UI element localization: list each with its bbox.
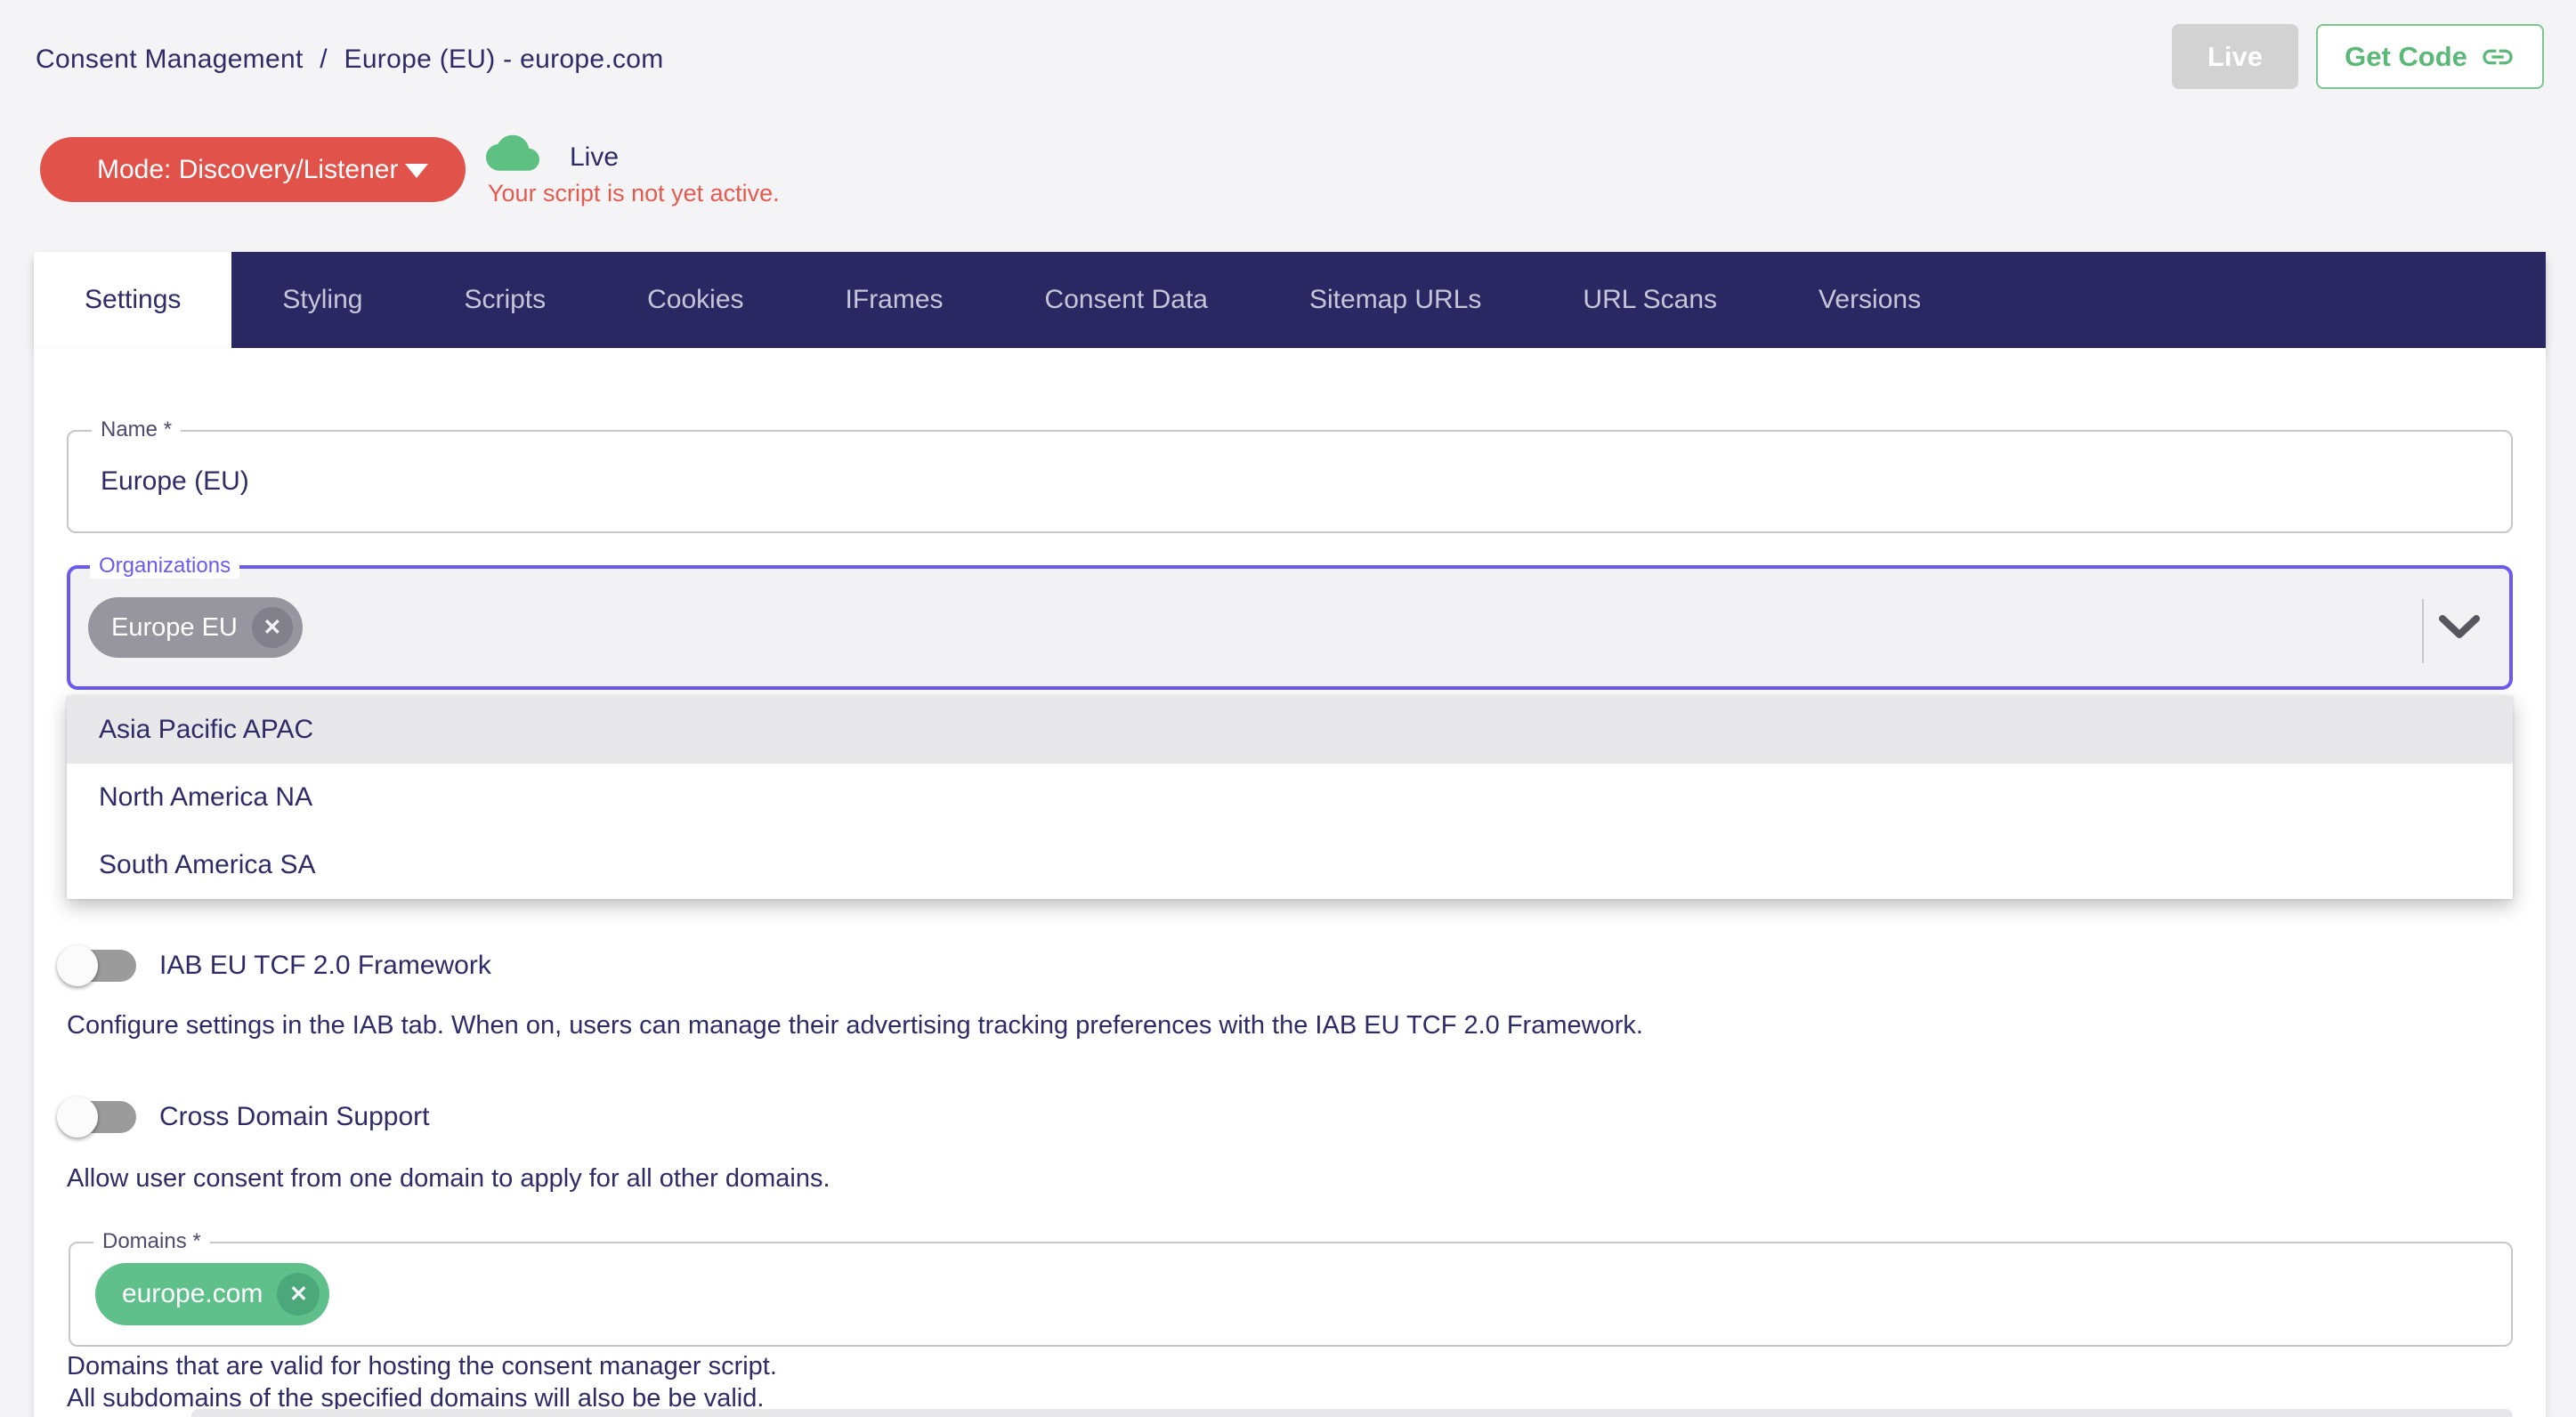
organizations-dropdown: Asia Pacific APAC North America NA South… <box>67 696 2513 899</box>
remove-chip-icon[interactable]: ✕ <box>252 607 293 648</box>
toggle-thumb <box>57 1097 98 1138</box>
tab-settings[interactable]: Settings <box>34 252 231 348</box>
iab-toggle[interactable] <box>61 950 136 982</box>
get-code-button[interactable]: Get Code <box>2316 24 2544 89</box>
cloud-icon <box>486 134 539 174</box>
toggle-thumb <box>57 945 98 986</box>
name-field-value: Europe (EU) <box>101 466 249 497</box>
organization-chip: Europe EU ✕ <box>88 597 303 658</box>
cross-domain-toggle-row: Cross Domain Support <box>61 1101 429 1133</box>
live-button[interactable]: Live <box>2172 24 2298 89</box>
cross-domain-toggle[interactable] <box>61 1101 136 1133</box>
organization-chip-label: Europe EU <box>111 613 238 643</box>
remove-chip-icon[interactable]: ✕ <box>277 1273 320 1316</box>
tab-versions[interactable]: Versions <box>1768 252 1972 348</box>
tab-bar: Settings Styling Scripts Cookies IFrames… <box>34 252 2546 348</box>
iab-toggle-row: IAB EU TCF 2.0 Framework <box>61 950 491 982</box>
organizations-field-label: Organizations <box>90 554 239 579</box>
tab-consent-data[interactable]: Consent Data <box>994 252 1259 348</box>
domains-field[interactable]: Domains * europe.com ✕ <box>69 1242 2513 1347</box>
link-icon <box>2480 39 2515 75</box>
select-divider <box>2422 599 2424 663</box>
chevron-down-icon[interactable] <box>2439 615 2480 640</box>
cross-domain-description: Allow user consent from one domain to ap… <box>67 1164 830 1194</box>
breadcrumb-separator: / <box>320 45 328 74</box>
tab-iframes[interactable]: IFrames <box>795 252 994 348</box>
organizations-field[interactable]: Organizations Europe EU ✕ <box>67 565 2513 690</box>
mode-label: Mode: Discovery/Listener <box>97 155 398 184</box>
tab-cookies[interactable]: Cookies <box>596 252 794 348</box>
breadcrumb-page: Europe (EU) - europe.com <box>344 45 664 74</box>
cross-domain-toggle-label: Cross Domain Support <box>159 1102 429 1132</box>
get-code-label: Get Code <box>2345 41 2467 73</box>
dropdown-option-apac[interactable]: Asia Pacific APAC <box>67 696 2513 764</box>
consent-management-screen: Consent Management / Europe (EU) - europ… <box>0 0 2576 1417</box>
domains-helper-text: Domains that are valid for hosting the c… <box>67 1350 777 1414</box>
tab-sitemap-urls[interactable]: Sitemap URLs <box>1259 252 1532 348</box>
iab-toggle-label: IAB EU TCF 2.0 Framework <box>159 951 491 981</box>
dropdown-option-sa[interactable]: South America SA <box>67 831 2513 899</box>
name-field[interactable]: Name * Europe (EU) <box>67 430 2513 533</box>
dropdown-option-na[interactable]: North America NA <box>67 764 2513 831</box>
breadcrumb: Consent Management / Europe (EU) - europ… <box>36 45 673 75</box>
tab-url-scans[interactable]: URL Scans <box>1532 252 1768 348</box>
iab-description: Configure settings in the IAB tab. When … <box>67 1011 1643 1040</box>
status-live-label: Live <box>570 142 619 173</box>
settings-panel: Name * Europe (EU) Organizations Europe … <box>34 348 2546 1417</box>
status-message: Your script is not yet active. <box>488 180 780 207</box>
tab-styling[interactable]: Styling <box>231 252 413 348</box>
mode-dropdown-button[interactable]: Mode: Discovery/Listener <box>40 137 466 202</box>
caret-down-icon <box>405 164 428 178</box>
domains-helper-line1: Domains that are valid for hosting the c… <box>67 1350 777 1382</box>
next-section-edge <box>191 1409 2513 1417</box>
domains-field-label: Domains * <box>93 1229 210 1254</box>
domain-chip: europe.com ✕ <box>95 1263 329 1325</box>
name-field-label: Name * <box>92 417 181 442</box>
breadcrumb-section[interactable]: Consent Management <box>36 45 304 74</box>
domain-chip-label: europe.com <box>122 1279 263 1309</box>
tab-scripts[interactable]: Scripts <box>413 252 596 348</box>
